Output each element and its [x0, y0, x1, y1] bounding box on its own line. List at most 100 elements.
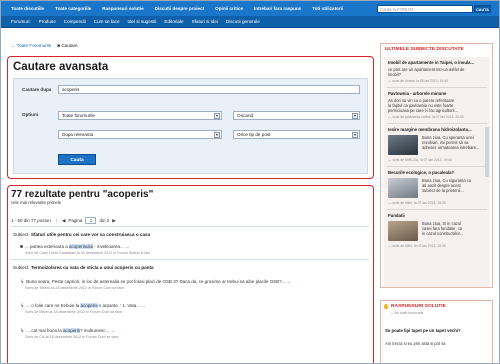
reply-icon: ↳ — [20, 303, 25, 309]
topic-link[interactable]: Pavlownia - arborele minune — [388, 91, 484, 96]
topic-thumbnail[interactable] — [388, 221, 418, 241]
chevron-down-icon: ▼ — [352, 113, 358, 119]
latest-topics-list: Imobil de apartamente in Taipei, o insul… — [384, 57, 490, 287]
solutions-box: RASPUNSURI SOLUTIE — din toate forumuril… — [380, 300, 493, 363]
arrow-right-icon[interactable]: → — [111, 328, 116, 333]
topic-excerpt: subiect de la prietenii... — [422, 188, 464, 193]
first-page-icon[interactable]: ◀ — [62, 218, 65, 224]
result-meta: Scris de Cis la 18 decembrie 2012 in For… — [25, 335, 119, 339]
result-meta: Scris de Marin la 18 decembrie 2012 in F… — [25, 310, 123, 314]
page-frame: Toate discutiile Toate categoriile Raspu… — [0, 0, 500, 364]
forum-search-input[interactable]: Cauta in FORUM — [377, 5, 473, 13]
subnav-item-tips[interactable]: Sfaturi si idei — [192, 19, 218, 24]
divider — [387, 123, 487, 124]
time-select[interactable]: Oricand ▼ — [233, 111, 360, 120]
back-arrow-icon: ← — [11, 43, 16, 48]
results-range: 1 - 50 din 77 posturi — [11, 218, 51, 223]
subnav-item-ideas[interactable]: Idei si sugestii — [128, 19, 157, 24]
arrow-right-icon[interactable]: → — [287, 279, 292, 284]
forum-search-button[interactable]: CAUTA — [474, 5, 491, 13]
topic-link[interactable]: Iesire margine membrana hidroizolanta... — [388, 127, 484, 132]
nav-item-project-discussions[interactable]: Discutii despre proiect — [155, 6, 205, 11]
page-label: Pagina — [68, 218, 83, 223]
forum-select[interactable]: Toate forumurile ▼ — [58, 111, 222, 120]
post-type-select[interactable]: Orice tip de post ▼ — [233, 130, 360, 139]
subject-link[interactable]: Sfaturi utile pentru cei care vor sa con… — [31, 232, 150, 237]
results-subtitle: cele mai relevante primele — [11, 200, 62, 205]
topic-meta: — scris de Allex, la 07 ian 2013, 15:05 — [388, 244, 446, 248]
search-highlight: acoperis — [80, 303, 98, 308]
subnav-item-compendia[interactable]: Compendii — [64, 19, 86, 24]
result-snippet[interactable]: ↳... cat mai buna la acoperis? multumesc… — [20, 328, 115, 334]
nav-item-all-users[interactable]: Toti utilizatorii — [312, 6, 343, 11]
divider — [11, 259, 369, 260]
arrow-right-icon[interactable]: → — [125, 244, 130, 249]
topic-meta: — scris de MIRCEA, la 07 ian 2013, 19:40 — [388, 158, 452, 162]
results-panel: 77 rezultate pentru "acoperis" cele mai … — [7, 185, 374, 363]
sort-select[interactable]: Dupa relevanta ▼ — [58, 130, 222, 139]
divider — [11, 226, 369, 227]
topic-excerpt: adresez urmatoarea intrebare... — [422, 145, 480, 150]
topic-thumbnail[interactable] — [388, 135, 418, 155]
topic-excerpt: in cazul constructiilor... — [422, 231, 464, 236]
divider — [387, 87, 487, 88]
results-title: 77 rezultate pentru "acoperis" — [11, 189, 154, 200]
solution-excerpt: Am trecut si eu prin asta si pot sa — [385, 341, 446, 346]
result-snippet[interactable]: ... partea exterioara a acoperisului - i… — [20, 244, 130, 249]
topic-meta: — scris de dorina, la 08 ian 2013, 15:50 — [388, 79, 448, 83]
topic-link[interactable]: Becurile ecologice, o pacaleala? — [388, 170, 484, 175]
search-term-input[interactable]: acoperis — [58, 85, 360, 94]
divider — [387, 166, 487, 167]
topic-link[interactable]: Fundatii — [388, 213, 484, 218]
topic-excerpt: imobil? — [388, 72, 401, 77]
solution-link[interactable]: Se poate lipi tapet pe un tapet vechi? — [385, 328, 481, 333]
subject-link[interactable]: Termoizolarea cu vata de sticla a unui a… — [31, 265, 154, 270]
chevron-down-icon: ▼ — [214, 132, 220, 138]
breadcrumb: ← Toate Forumurile ■ Cautare — [11, 43, 78, 48]
search-highlight: acoperisului — [69, 244, 94, 249]
bullet-icon: ■ — [57, 43, 61, 48]
search-highlight: acoperis — [62, 328, 80, 333]
sub-nav: Forumuri: Produse Compendii Cum se face … — [1, 16, 499, 28]
reply-icon: ↳ — [20, 279, 25, 285]
arrow-right-icon[interactable]: → — [141, 303, 146, 308]
subnav-item-editorials[interactable]: Editoriale — [164, 19, 183, 24]
advanced-search-title: Cautare avansata — [13, 61, 109, 73]
nav-item-all-categories[interactable]: Toate categoriile — [55, 6, 91, 11]
result-snippet[interactable]: ↳ Buna seara, Peste capriori, in loc de a… — [20, 279, 291, 285]
options-label: Optiuni — [22, 112, 39, 117]
subnav-item-how-to[interactable]: Cum se face — [94, 19, 120, 24]
result-meta: Scris de Tiberiu la 23 decembrie 2012 in… — [25, 286, 125, 290]
chevron-down-icon: ▼ — [214, 113, 220, 119]
solutions-subtitle: — din toate forumurile — [390, 311, 424, 315]
page-number-input[interactable]: 1 — [85, 217, 97, 224]
solutions-title: RASPUNSURI SOLUTIE — [391, 304, 446, 309]
search-by-label: Cautare dupa — [22, 87, 52, 92]
subnav-item-products[interactable]: Produse — [39, 19, 56, 24]
topic-meta: — scris de pavlownia-online, la 07 ian 2… — [388, 115, 464, 119]
result-snippet[interactable]: ↳... o folie care ne trebuie la acoperis… — [20, 303, 146, 309]
next-page-icon[interactable]: ▶ — [112, 218, 115, 224]
nav-item-all-discussions[interactable]: Toate discutiile — [11, 6, 44, 11]
latest-topics-title: ULTIMELE SUBIECTE DISCUTATE — [385, 47, 464, 52]
topic-link[interactable]: Imobil de apartamente in Taipei, o insul… — [388, 60, 484, 65]
result-subject: Subiect: Termoizolarea cu vata de sticla… — [13, 265, 154, 270]
page-count: din 2 — [99, 218, 110, 223]
breadcrumb-back-link[interactable]: ← Toate Forumurile — [11, 43, 51, 48]
pager: 1 - 50 din 77 posturi | ◀ Pagina 1 din 2… — [11, 217, 116, 224]
result-subject: Subiect: Sfaturi utile pentru cei care v… — [13, 232, 151, 237]
subnav-item-general[interactable]: Discutii generale — [226, 19, 260, 24]
search-form: Cautare dupa acoperis Optiuni Toate foru… — [13, 78, 368, 174]
nav-item-solutions[interactable]: Raspunsuri solutie — [102, 6, 143, 11]
topic-thumbnail[interactable] — [388, 178, 418, 198]
sidebar: ULTIMELE SUBIECTE DISCUTATE Imobil de ap… — [380, 43, 493, 363]
submit-search-button[interactable]: Cauta — [58, 154, 96, 165]
topic-excerpt: pernicioasa pe care l-i fac agricultorii… — [388, 108, 458, 113]
scrollbar[interactable] — [485, 127, 489, 177]
topic-meta: — scris de Allex, la 07 ian 2013, 15:05 — [388, 201, 446, 205]
result-meta: Scris de Case Lemn Calaratasi la 30 dece… — [25, 251, 151, 255]
nav-item-critical-opinions[interactable]: Opinii critice — [215, 6, 243, 11]
bullet-icon — [20, 245, 23, 249]
nav-item-unanswered[interactable]: Intrebari fara raspuns — [254, 6, 301, 11]
lightbulb-icon — [384, 304, 388, 309]
